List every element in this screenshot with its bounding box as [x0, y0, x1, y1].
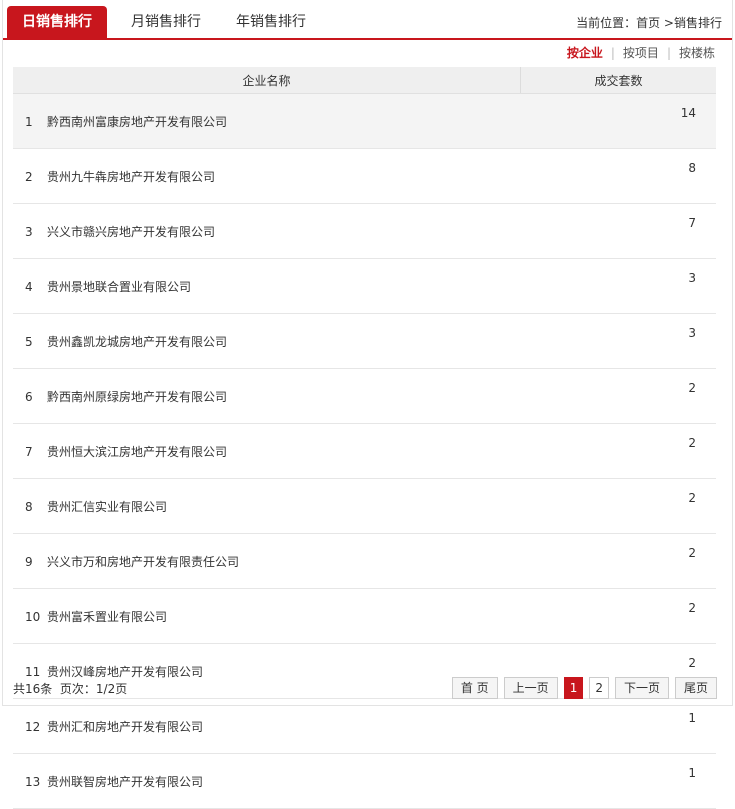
rank-number: 12 [25, 719, 41, 734]
rank-number: 4 [25, 279, 33, 294]
company-cell: 3 兴义市赣兴房地产开发有限公司 [13, 203, 521, 259]
filter-separator: | [666, 46, 671, 60]
table-row: 1 黔西南州富康房地产开发有限公司 14 [13, 93, 716, 149]
table-header-row: 企业名称 成交套数 [13, 67, 716, 94]
company-name[interactable]: 黔西南州原绿房地产开发有限公司 [47, 390, 227, 404]
total-count: 共16条 [13, 682, 53, 696]
breadcrumb: 当前位置：首页 >销售排行 [576, 14, 722, 31]
rank-number: 8 [25, 499, 33, 514]
deal-count: 3 [520, 313, 716, 369]
company-cell: 1 黔西南州富康房地产开发有限公司 [13, 93, 521, 149]
ranking-filter-bar: 按企业 | 按项目 | 按楼栋 [567, 44, 715, 61]
ranking-tab-bar: 日销售排行 月销售排行 年销售排行 当前位置：首页 >销售排行 [3, 0, 732, 40]
column-header-deal-count: 成交套数 [520, 67, 716, 94]
table-row: 10 贵州富禾置业有限公司 2 [13, 588, 716, 644]
rank-number: 11 [25, 664, 41, 679]
company-cell: 7 贵州恒大滨江房地产开发有限公司 [13, 423, 521, 479]
company-cell: 5 贵州鑫凯龙城房地产开发有限公司 [13, 313, 521, 369]
filter-separator: | [610, 46, 615, 60]
prev-page-button[interactable]: 上一页 [503, 677, 558, 699]
rank-number: 1 [25, 114, 33, 129]
company-name[interactable]: 贵州景地联合置业有限公司 [47, 280, 191, 294]
company-cell: 2 贵州九牛犇房地产开发有限公司 [13, 148, 521, 204]
deal-count: 14 [520, 93, 716, 149]
filter-by-company[interactable]: 按企业 [567, 46, 603, 60]
table-row: 9 兴义市万和房地产开发有限责任公司 2 [13, 533, 716, 589]
filter-by-project[interactable]: 按项目 [623, 46, 659, 60]
company-name[interactable]: 贵州恒大滨江房地产开发有限公司 [47, 445, 227, 459]
company-name[interactable]: 贵州九牛犇房地产开发有限公司 [47, 170, 215, 184]
rank-number: 5 [25, 334, 33, 349]
table-row: 12 贵州汇和房地产开发有限公司 1 [13, 698, 716, 754]
deal-count: 2 [520, 533, 716, 589]
rank-number: 9 [25, 554, 33, 569]
filter-by-building[interactable]: 按楼栋 [679, 46, 715, 60]
company-name[interactable]: 兴义市赣兴房地产开发有限公司 [47, 225, 215, 239]
company-name[interactable]: 贵州汉峰房地产开发有限公司 [47, 665, 203, 679]
tab-daily-ranking[interactable]: 日销售排行 [7, 6, 107, 38]
deal-count: 8 [520, 148, 716, 204]
deal-count: 3 [520, 258, 716, 314]
rank-number: 10 [25, 609, 41, 624]
next-page-button[interactable]: 下一页 [614, 677, 669, 699]
company-cell: 9 兴义市万和房地产开发有限责任公司 [13, 533, 521, 589]
table-row: 5 贵州鑫凯龙城房地产开发有限公司 3 [13, 313, 716, 369]
table-row: 8 贵州汇信实业有限公司 2 [13, 478, 716, 534]
company-name[interactable]: 黔西南州富康房地产开发有限公司 [47, 115, 227, 129]
pagination: 首 页 上一页 1 2 下一页 尾页 [451, 677, 717, 699]
rank-number: 13 [25, 774, 41, 789]
page-number-2[interactable]: 2 [589, 677, 609, 699]
company-cell: 8 贵州汇信实业有限公司 [13, 478, 521, 534]
breadcrumb-current: 销售排行 [673, 16, 722, 30]
page-info: 页次：1/2页 [59, 682, 128, 696]
table-row: 4 贵州景地联合置业有限公司 3 [13, 258, 716, 314]
deal-count: 7 [520, 203, 716, 259]
deal-count: 2 [520, 423, 716, 479]
page-number-1[interactable]: 1 [563, 677, 584, 699]
column-header-company-name: 企业名称 [13, 67, 521, 94]
breadcrumb-separator: > [660, 16, 674, 30]
company-cell: 10 贵州富禾置业有限公司 [13, 588, 521, 644]
rank-number: 6 [25, 389, 33, 404]
company-name[interactable]: 兴义市万和房地产开发有限责任公司 [47, 555, 239, 569]
table-row: 6 黔西南州原绿房地产开发有限公司 2 [13, 368, 716, 424]
breadcrumb-home-link[interactable]: 首页 [636, 16, 660, 30]
rank-number: 7 [25, 444, 33, 459]
company-name[interactable]: 贵州鑫凯龙城房地产开发有限公司 [47, 335, 227, 349]
tab-monthly-ranking[interactable]: 月销售排行 [116, 6, 216, 38]
company-cell: 13 贵州联智房地产开发有限公司 [13, 753, 521, 809]
table-row: 13 贵州联智房地产开发有限公司 1 [13, 753, 716, 809]
deal-count: 1 [520, 753, 716, 809]
table-row: 2 贵州九牛犇房地产开发有限公司 8 [13, 148, 716, 204]
company-name[interactable]: 贵州汇和房地产开发有限公司 [47, 720, 203, 734]
company-name[interactable]: 贵州富禾置业有限公司 [47, 610, 167, 624]
deal-count: 2 [520, 478, 716, 534]
tab-yearly-ranking[interactable]: 年销售排行 [221, 6, 321, 38]
table-row: 3 兴义市赣兴房地产开发有限公司 7 [13, 203, 716, 259]
rank-number: 2 [25, 169, 33, 184]
company-cell: 4 贵州景地联合置业有限公司 [13, 258, 521, 314]
last-page-button[interactable]: 尾页 [674, 677, 717, 699]
company-cell: 6 黔西南州原绿房地产开发有限公司 [13, 368, 521, 424]
company-name[interactable]: 贵州汇信实业有限公司 [47, 500, 167, 514]
rank-number: 3 [25, 224, 33, 239]
deal-count: 2 [520, 368, 716, 424]
first-page-button[interactable]: 首 页 [451, 677, 498, 699]
result-summary: 共16条 页次：1/2页 [13, 680, 127, 697]
table-row: 7 贵州恒大滨江房地产开发有限公司 2 [13, 423, 716, 479]
deal-count: 2 [520, 588, 716, 644]
company-name[interactable]: 贵州联智房地产开发有限公司 [47, 775, 203, 789]
deal-count: 1 [520, 698, 716, 754]
company-cell: 12 贵州汇和房地产开发有限公司 [13, 698, 521, 754]
breadcrumb-prefix: 当前位置： [576, 16, 637, 30]
